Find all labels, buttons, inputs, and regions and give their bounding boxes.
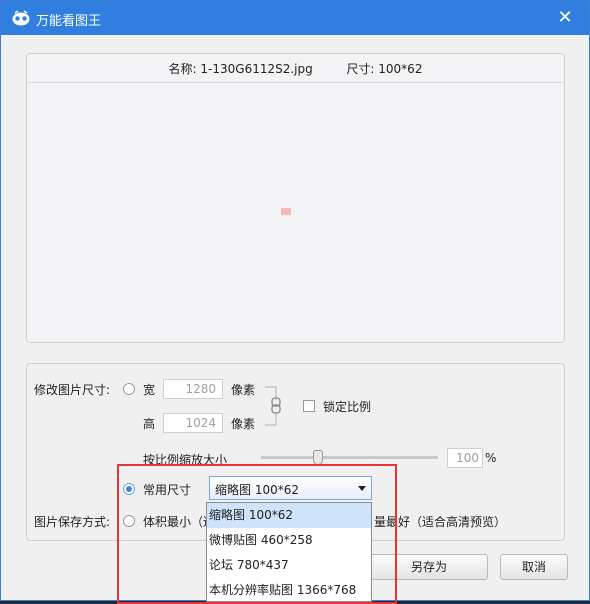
- scale-slider-handle[interactable]: [313, 450, 323, 465]
- dropdown-option-thumbnail[interactable]: 缩略图 100*62: [207, 503, 371, 528]
- lock-ratio-label: 锁定比例: [323, 400, 372, 414]
- height-input[interactable]: [163, 413, 223, 433]
- image-preview-panel: 名称: 1-130G6112S2.jpg 尺寸: 100*62: [26, 53, 565, 343]
- scale-unit-label: %: [485, 451, 497, 465]
- image-thumbnail: [281, 208, 291, 215]
- close-button[interactable]: ✕: [553, 7, 577, 29]
- dropdown-option-native-resolution[interactable]: 本机分辨率贴图 1366*768: [207, 578, 371, 603]
- smallest-size-label: 体积最小（适: [143, 515, 216, 529]
- scale-label: 按比例缩放大小: [143, 453, 228, 467]
- best-quality-label: 量最好（适合高清预览）: [374, 515, 507, 529]
- file-info-bar: 名称: 1-130G6112S2.jpg 尺寸: 100*62: [27, 54, 564, 83]
- width-label: 宽: [143, 383, 156, 397]
- image-size-value: 100*62: [378, 62, 423, 76]
- image-size-label: 尺寸:: [346, 62, 375, 76]
- file-name-label: 名称:: [168, 62, 197, 76]
- title-bar: 万能看图王 ✕: [1, 1, 589, 35]
- common-size-radio[interactable]: [123, 483, 135, 495]
- common-size-label: 常用尺寸: [143, 483, 192, 497]
- scale-input[interactable]: [447, 448, 483, 468]
- close-icon: ✕: [557, 7, 573, 28]
- file-name: 1-130G6112S2.jpg: [200, 62, 313, 76]
- resize-section-label: 修改图片尺寸:: [34, 383, 111, 397]
- width-unit-label: 像素: [231, 383, 256, 397]
- chevron-down-icon: [358, 486, 366, 491]
- common-size-dropdown-list: 缩略图 100*62 微博贴图 460*258 论坛 780*437 本机分辨率…: [206, 502, 372, 602]
- dropdown-option-forum[interactable]: 论坛 780*437: [207, 553, 371, 578]
- height-label: 高: [143, 417, 156, 431]
- custom-size-radio[interactable]: [123, 383, 135, 395]
- scale-slider-track[interactable]: [261, 456, 438, 459]
- save-section-label: 图片保存方式:: [34, 515, 111, 529]
- cancel-button[interactable]: 取消: [500, 554, 568, 580]
- save-as-button[interactable]: 另存为: [370, 554, 488, 580]
- lock-ratio-checkbox[interactable]: [303, 400, 315, 412]
- smallest-size-radio[interactable]: [123, 515, 135, 527]
- height-unit-label: 像素: [231, 417, 256, 431]
- chain-link-icon: [265, 386, 281, 426]
- common-size-select[interactable]: 缩略图 100*62: [209, 476, 372, 500]
- width-input[interactable]: [163, 379, 223, 399]
- dropdown-option-weibo[interactable]: 微博贴图 460*258: [207, 528, 371, 553]
- dialog-window: 万能看图王 ✕ 名称: 1-130G6112S2.jpg 尺寸: 100*62 …: [0, 0, 590, 604]
- app-logo-icon: [12, 10, 30, 26]
- common-size-selected-value: 缩略图 100*62: [215, 483, 299, 497]
- window-title: 万能看图王: [36, 14, 102, 29]
